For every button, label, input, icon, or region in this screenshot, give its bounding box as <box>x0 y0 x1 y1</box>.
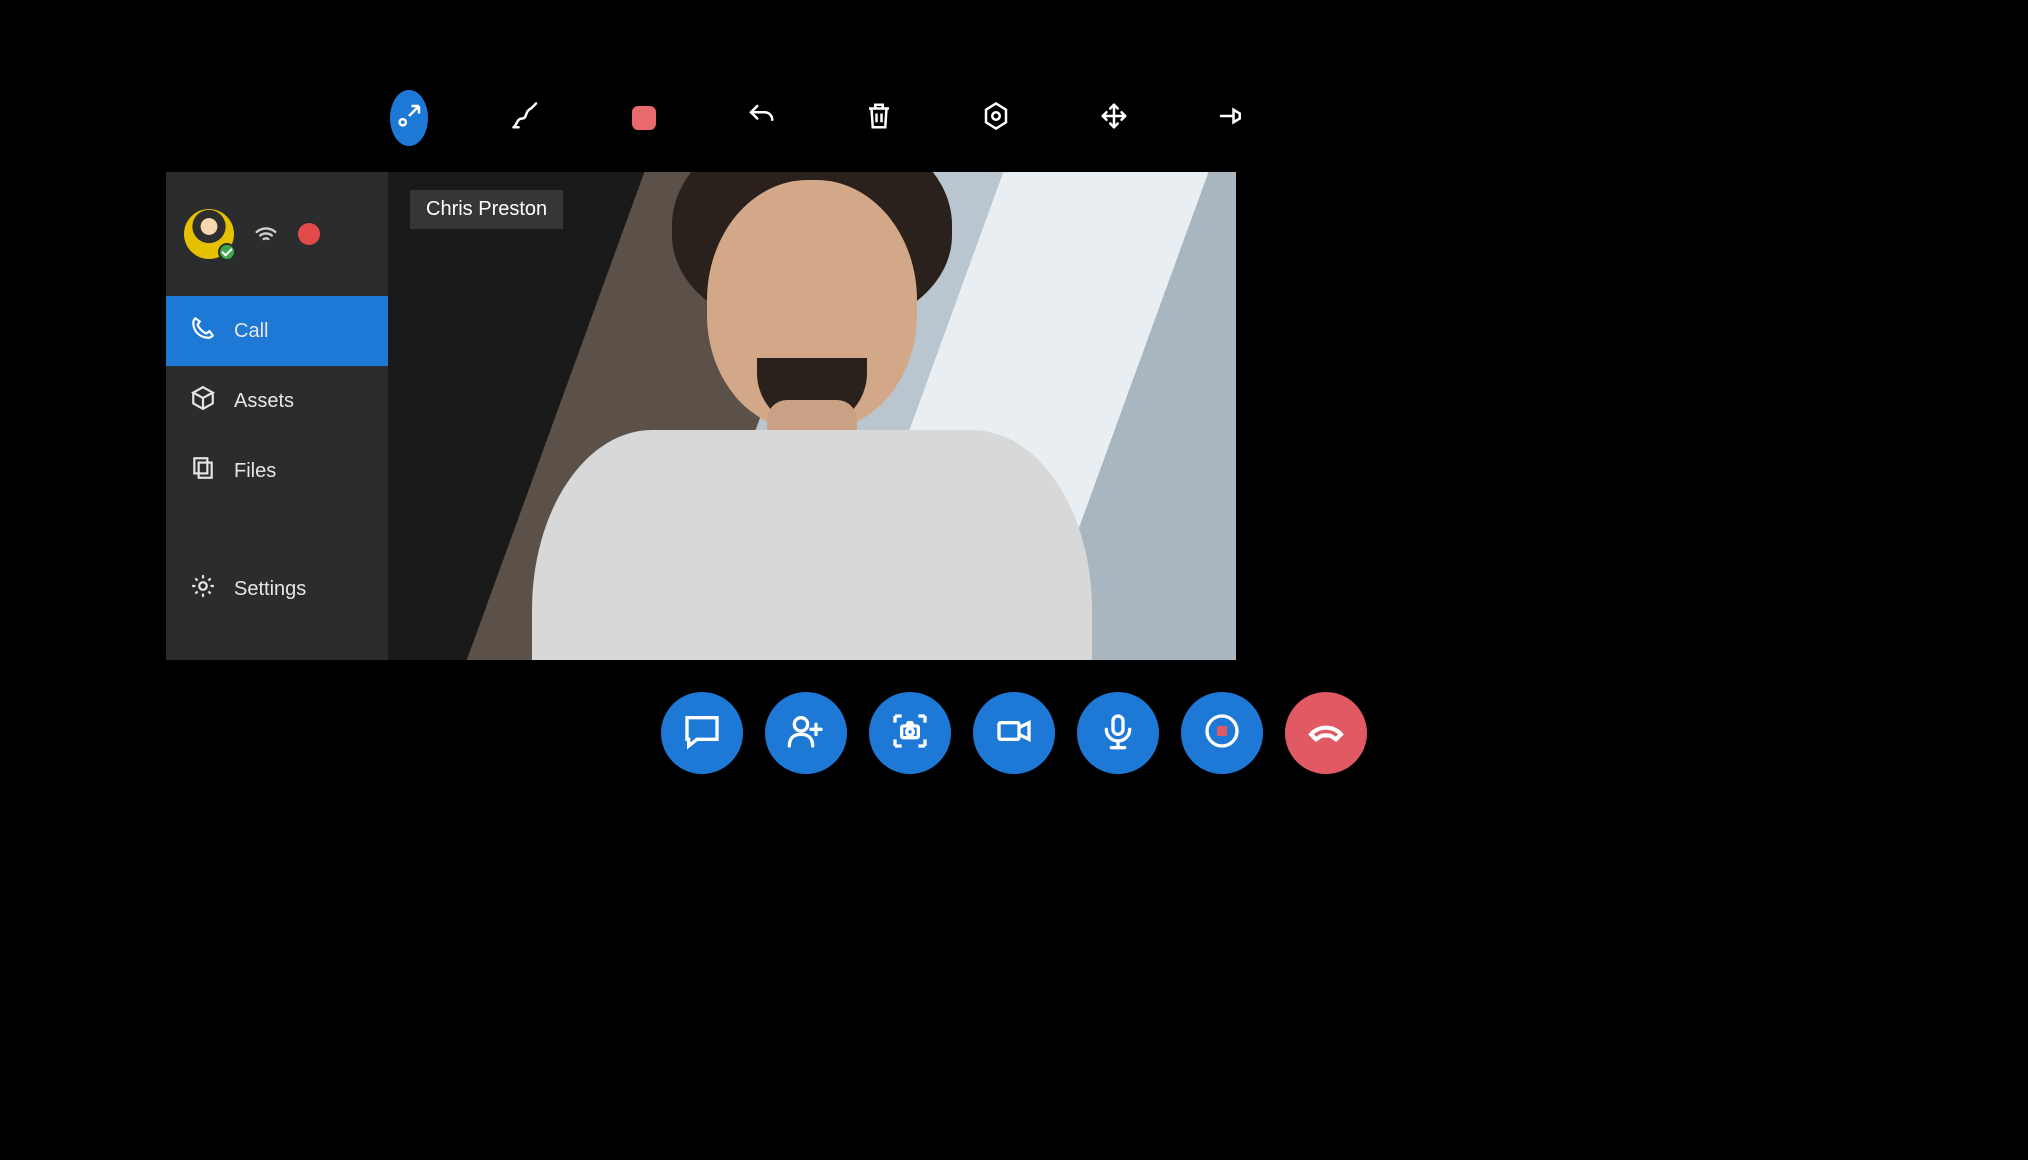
annotation-toolbar <box>390 90 1250 146</box>
record-icon <box>1202 711 1242 756</box>
participant-name: Chris Preston <box>426 198 547 220</box>
undo-icon <box>746 101 776 136</box>
participant-name-tag: Chris Preston <box>410 190 563 229</box>
record-button[interactable] <box>1181 692 1263 774</box>
sidebar-item-call[interactable]: Call <box>166 296 388 366</box>
collapse-icon <box>394 101 424 136</box>
pin-icon <box>1216 101 1246 136</box>
sidebar-item-assets[interactable]: Assets <box>166 366 388 436</box>
snapshot-button[interactable] <box>869 692 951 774</box>
mic-icon <box>1098 711 1138 756</box>
sidebar-item-label: Assets <box>234 390 294 413</box>
focus-button[interactable] <box>978 90 1016 146</box>
move-arrows-icon <box>1099 101 1129 136</box>
hangup-icon <box>1306 711 1346 756</box>
toggle-mic-button[interactable] <box>1077 692 1159 774</box>
sidebar-item-label: Call <box>234 320 268 343</box>
call-controls <box>0 692 2028 774</box>
sidebar-item-label: Settings <box>234 578 306 601</box>
remote-video[interactable]: Chris Preston <box>388 172 1236 660</box>
end-call-button[interactable] <box>1285 692 1367 774</box>
camera-capture-icon <box>890 711 930 756</box>
box-icon <box>190 385 216 417</box>
user-avatar[interactable] <box>184 209 234 259</box>
toggle-video-button[interactable] <box>973 692 1055 774</box>
video-icon <box>994 711 1034 756</box>
target-icon <box>981 101 1011 136</box>
sidebar-header <box>166 172 388 296</box>
sidebar-item-label: Files <box>234 460 276 483</box>
recording-indicator-icon <box>298 223 320 245</box>
add-participant-button[interactable] <box>765 692 847 774</box>
ink-icon <box>511 101 541 136</box>
sidebar: Call Assets <box>166 172 388 660</box>
chat-icon <box>682 711 722 756</box>
signal-icon <box>252 218 280 251</box>
undo-button[interactable] <box>743 90 781 146</box>
phone-icon <box>190 315 216 347</box>
presence-available-icon <box>218 243 236 261</box>
add-person-icon <box>786 711 826 756</box>
sidebar-item-settings[interactable]: Settings <box>166 554 388 624</box>
sidebar-nav: Call Assets <box>166 296 388 624</box>
stop-annotation-button[interactable] <box>625 90 663 146</box>
chat-button[interactable] <box>661 692 743 774</box>
call-window: Call Assets <box>166 172 1236 660</box>
files-icon <box>190 455 216 487</box>
delete-button[interactable] <box>860 90 898 146</box>
trash-icon <box>864 101 894 136</box>
move-button[interactable] <box>1095 90 1133 146</box>
pin-button[interactable] <box>1213 90 1251 146</box>
sidebar-item-files[interactable]: Files <box>166 436 388 506</box>
ink-button[interactable] <box>508 90 546 146</box>
stop-square-icon <box>632 106 656 130</box>
collapse-button[interactable] <box>390 90 428 146</box>
gear-icon <box>190 573 216 605</box>
remote-participant-figure <box>532 180 1092 660</box>
